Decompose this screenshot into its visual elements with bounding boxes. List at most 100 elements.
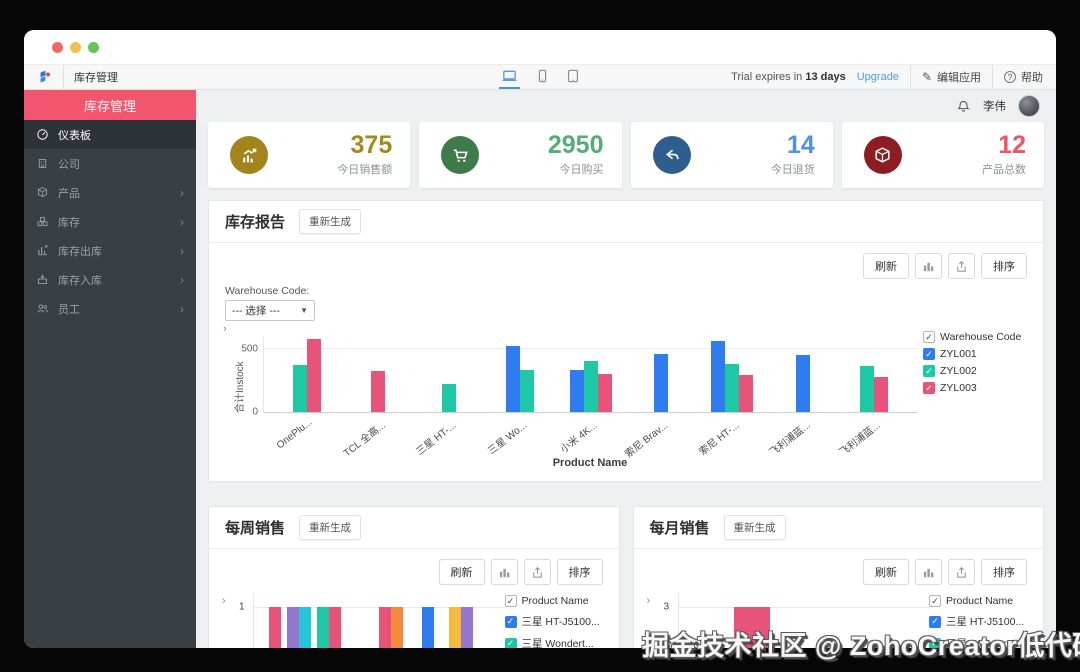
sidebar-item-dashboard[interactable]: 仪表板 — [24, 120, 196, 149]
bar-ZYL002[interactable] — [520, 370, 534, 412]
bar-ZYL001[interactable] — [796, 355, 810, 412]
export-button[interactable] — [948, 253, 975, 279]
expand-axis-icon[interactable]: › — [223, 323, 227, 335]
warehouse-select[interactable]: --- 选择 --- ▼ — [225, 300, 315, 321]
expand-axis-icon[interactable]: › — [647, 595, 651, 607]
bar-ZYL001[interactable] — [570, 370, 584, 412]
bar[interactable] — [287, 607, 299, 648]
checkbox-checked-icon[interactable]: ✓ — [505, 638, 517, 649]
bar[interactable] — [317, 607, 329, 648]
legend-title-row[interactable]: ✓ Product Name — [929, 595, 1033, 607]
upgrade-link[interactable]: Upgrade — [857, 71, 899, 83]
bar-ZYL002[interactable] — [442, 384, 456, 412]
category-label: 索尼 HT-... — [695, 417, 741, 458]
main-content: 李伟 375 今日销售额 — [196, 90, 1056, 648]
notifications-bell-icon[interactable] — [956, 99, 971, 114]
tablet-icon[interactable] — [565, 65, 581, 89]
bar[interactable] — [299, 607, 311, 648]
legend-item[interactable]: ✓三星 HT-J5100... — [505, 614, 609, 629]
kpi-value: 375 — [337, 133, 392, 159]
export-button[interactable] — [524, 559, 551, 585]
sidebar-item-label: 库存 — [58, 214, 80, 230]
expand-axis-icon[interactable]: › — [222, 595, 226, 607]
bar-group — [379, 607, 403, 648]
category-label: 飞利浦蓝... — [836, 417, 883, 459]
avatar[interactable] — [1018, 95, 1040, 117]
chart-type-button[interactable] — [491, 559, 518, 585]
regenerate-button[interactable]: 重新生成 — [724, 515, 786, 540]
close-window-button[interactable] — [52, 42, 63, 53]
legend-item[interactable]: ✓三星 Wondert... — [505, 636, 609, 648]
checkbox-checked-icon[interactable]: ✓ — [923, 348, 935, 360]
chart-toolbar: 刷新 排序 — [634, 549, 1044, 587]
chart-type-button[interactable] — [915, 253, 942, 279]
bar-ZYL001[interactable] — [654, 354, 668, 412]
legend-item[interactable]: ✓ZYL002 — [923, 365, 1037, 377]
sort-button[interactable]: 排序 — [557, 559, 603, 585]
phone-icon[interactable] — [536, 65, 549, 89]
bar-ZYL001[interactable] — [506, 346, 520, 412]
export-button[interactable] — [948, 559, 975, 585]
kpi-label: 今日销售额 — [337, 161, 392, 177]
bar-ZYL002[interactable] — [584, 361, 598, 412]
bar-ZYL003[interactable] — [307, 339, 321, 412]
chevron-right-icon: › — [180, 216, 184, 228]
bar[interactable] — [422, 607, 434, 648]
weekly-sales-panel: 每周销售 重新生成 刷新 排序 — [208, 506, 620, 648]
sidebar-item-employees[interactable]: 员工› — [24, 294, 196, 323]
employees-icon — [36, 302, 49, 315]
bar-ZYL001[interactable] — [711, 341, 725, 412]
sidebar-item-stock-in[interactable]: 库存入库› — [24, 265, 196, 294]
checkbox-checked-icon[interactable]: ✓ — [505, 595, 517, 607]
checkbox-checked-icon[interactable]: ✓ — [505, 616, 517, 628]
bar-ZYL003[interactable] — [874, 377, 888, 412]
sort-button[interactable]: 排序 — [981, 253, 1027, 279]
bar[interactable] — [329, 607, 341, 648]
bar-ZYL003[interactable] — [371, 371, 385, 412]
app-tab[interactable]: 库存管理 — [24, 65, 118, 89]
bar[interactable] — [449, 607, 461, 648]
checkbox-checked-icon[interactable]: ✓ — [929, 595, 941, 607]
bar-ZYL003[interactable] — [598, 374, 612, 412]
regenerate-button[interactable]: 重新生成 — [299, 515, 361, 540]
sidebar-item-stock-out[interactable]: 库存出库› — [24, 236, 196, 265]
device-preview-switcher — [499, 65, 581, 89]
legend-item[interactable]: ✓ZYL001 — [923, 348, 1037, 360]
refresh-button[interactable]: 刷新 — [863, 253, 909, 279]
sidebar-item-company[interactable]: 公司 — [24, 149, 196, 178]
bar-ZYL002[interactable] — [860, 366, 874, 412]
inventory-icon — [36, 215, 49, 228]
refresh-button[interactable]: 刷新 — [439, 559, 485, 585]
checkbox-checked-icon[interactable]: ✓ — [923, 382, 935, 394]
stock-out-icon — [36, 244, 49, 257]
bar-ZYL002[interactable] — [725, 364, 739, 412]
user-bar: 李伟 — [208, 90, 1044, 122]
bar-group: 索尼 Brav... — [626, 337, 697, 412]
legend-item[interactable]: ✓ZYL003 — [923, 382, 1037, 394]
bar-group: 三星 Wo... — [484, 337, 555, 412]
refresh-button[interactable]: 刷新 — [863, 559, 909, 585]
bar[interactable] — [461, 607, 473, 648]
sidebar-item-inventory[interactable]: 库存 › — [24, 207, 196, 236]
checkbox-checked-icon[interactable]: ✓ — [923, 331, 935, 343]
bar-ZYL003[interactable] — [739, 375, 753, 412]
y-axis-label: 合计Instock — [231, 361, 246, 413]
sidebar-item-products[interactable]: 产品› — [24, 178, 196, 207]
bar[interactable] — [391, 607, 403, 648]
sidebar-app-title[interactable]: 库存管理 — [24, 90, 196, 120]
edit-app-button[interactable]: ✎ 编辑应用 — [922, 69, 981, 85]
laptop-icon[interactable] — [499, 65, 520, 89]
legend-title-row[interactable]: ✓Product Name — [505, 595, 609, 607]
bar[interactable] — [269, 607, 281, 648]
legend-title: Product Name — [946, 595, 1013, 607]
sort-button[interactable]: 排序 — [981, 559, 1027, 585]
legend-title-row[interactable]: ✓Warehouse Code — [923, 331, 1037, 343]
checkbox-checked-icon[interactable]: ✓ — [923, 365, 935, 377]
regenerate-button[interactable]: 重新生成 — [299, 209, 361, 234]
bar[interactable] — [379, 607, 391, 648]
help-button[interactable]: ? 帮助 — [1004, 69, 1043, 85]
bar-ZYL002[interactable] — [293, 365, 307, 412]
minimize-window-button[interactable] — [70, 42, 81, 53]
maximize-window-button[interactable] — [88, 42, 99, 53]
chart-type-button[interactable] — [915, 559, 942, 585]
